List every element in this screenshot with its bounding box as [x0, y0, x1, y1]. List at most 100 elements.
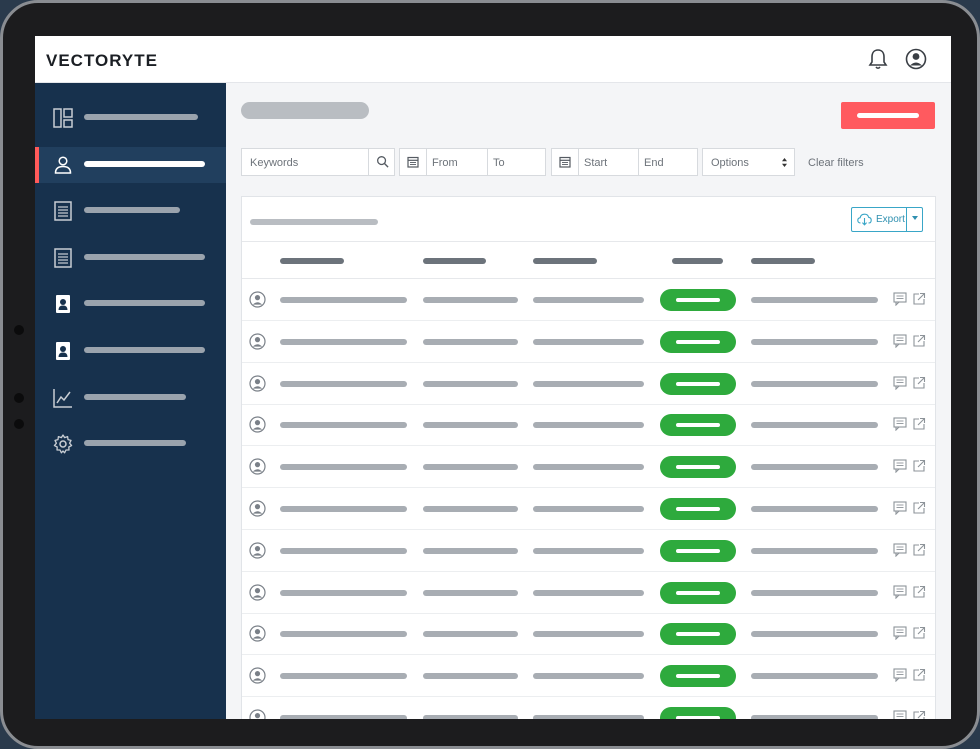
divider	[487, 149, 488, 175]
sidebar-item-label	[84, 161, 205, 167]
table-cell	[423, 380, 518, 387]
calendar-icon[interactable]	[559, 156, 571, 168]
table-cell	[533, 631, 644, 638]
sidebar-item-users[interactable]	[35, 147, 226, 183]
document-icon	[54, 248, 72, 268]
external-link-icon[interactable]	[912, 334, 926, 348]
table-row[interactable]	[242, 446, 935, 489]
avatar-icon	[249, 625, 266, 642]
clear-filters-link[interactable]: Clear filters	[808, 157, 864, 169]
tablet-button-dot	[14, 393, 24, 403]
sidebar-item-dashboard[interactable]	[35, 100, 226, 136]
external-link-icon[interactable]	[912, 710, 926, 719]
table-row[interactable]	[242, 530, 935, 572]
comment-icon[interactable]	[893, 710, 907, 719]
status-badge-label	[676, 716, 720, 719]
table-cell	[751, 380, 878, 387]
table-row[interactable]	[242, 572, 935, 614]
comment-icon[interactable]	[893, 501, 907, 515]
column-header[interactable]	[423, 258, 486, 264]
sidebar-item-analytics[interactable]	[35, 380, 226, 416]
external-link-icon[interactable]	[912, 626, 926, 640]
avatar-icon	[249, 542, 266, 559]
comment-icon[interactable]	[893, 459, 907, 474]
comment-icon[interactable]	[893, 543, 907, 557]
table-cell	[533, 338, 644, 345]
column-header[interactable]	[533, 258, 597, 264]
comment-icon[interactable]	[893, 376, 907, 390]
end-date-input[interactable]: End	[644, 157, 664, 169]
external-link-icon[interactable]	[912, 668, 926, 682]
external-link-icon[interactable]	[912, 543, 926, 557]
table-cell	[751, 464, 878, 471]
status-badge	[660, 498, 736, 520]
avatar-icon	[249, 374, 266, 392]
bell-icon[interactable]	[867, 47, 889, 71]
cloud-download-icon	[857, 213, 872, 226]
table-row[interactable]	[242, 363, 935, 405]
keyword-search-field[interactable]: Keywords	[241, 148, 395, 176]
table-cell	[751, 422, 878, 429]
search-icon[interactable]	[376, 155, 389, 168]
status-badge-label	[676, 548, 720, 553]
comment-icon[interactable]	[893, 334, 907, 348]
to-date-input[interactable]: To	[493, 157, 505, 169]
export-button-label: Export	[876, 214, 905, 225]
sidebar-item-contacts[interactable]	[35, 286, 226, 322]
export-button[interactable]: Export	[851, 207, 923, 232]
external-link-icon[interactable]	[912, 585, 926, 599]
external-link-icon[interactable]	[912, 459, 926, 473]
external-link-icon[interactable]	[912, 417, 926, 431]
status-badge	[660, 289, 736, 311]
external-link-icon[interactable]	[912, 376, 926, 390]
table-row[interactable]	[242, 404, 935, 447]
status-badge-label	[676, 298, 720, 302]
table-cell	[423, 715, 518, 719]
comment-icon[interactable]	[893, 585, 907, 599]
dashboard-icon	[53, 108, 73, 128]
table-row[interactable]	[242, 655, 935, 698]
sidebar-item-documents[interactable]	[35, 193, 226, 229]
divider	[638, 149, 639, 175]
table-row[interactable]	[242, 613, 935, 656]
date-range-field[interactable]: From To	[399, 148, 546, 176]
table-cell	[423, 464, 518, 471]
status-badge	[660, 372, 736, 395]
status-badge	[660, 330, 736, 353]
table-row[interactable]	[242, 697, 935, 719]
search-input[interactable]: Keywords	[250, 157, 298, 169]
data-table-card: Export	[241, 196, 936, 719]
user-circle-icon[interactable]	[905, 47, 927, 71]
table-cell	[751, 715, 878, 719]
column-header[interactable]	[751, 258, 815, 264]
external-link-icon[interactable]	[912, 292, 926, 306]
from-date-input[interactable]: From	[432, 157, 458, 169]
options-select[interactable]: Options	[702, 148, 795, 176]
comment-icon[interactable]	[893, 292, 907, 306]
sidebar-item-reports[interactable]	[35, 240, 226, 276]
chevron-down-icon[interactable]	[912, 216, 918, 220]
sidebar-item-label	[84, 440, 186, 446]
period-range-field[interactable]: Start End	[551, 148, 698, 176]
table-title	[250, 219, 378, 225]
add-new-button-label	[857, 113, 919, 118]
divider	[368, 149, 369, 175]
comment-icon[interactable]	[893, 417, 907, 432]
table-cell	[533, 673, 644, 680]
sidebar-item-settings[interactable]	[35, 426, 226, 462]
table-cell	[533, 715, 644, 719]
calendar-icon[interactable]	[407, 156, 419, 168]
start-date-input[interactable]: Start	[584, 157, 607, 169]
external-link-icon[interactable]	[912, 501, 926, 515]
column-header[interactable]	[672, 258, 723, 264]
column-header[interactable]	[280, 258, 344, 264]
table-row[interactable]	[242, 488, 935, 530]
table-row[interactable]	[242, 321, 935, 363]
status-badge	[660, 707, 736, 719]
add-new-button[interactable]	[841, 102, 935, 129]
sidebar-item-label	[84, 207, 180, 213]
comment-icon[interactable]	[893, 626, 907, 641]
sidebar-item-clients[interactable]	[35, 333, 226, 369]
comment-icon[interactable]	[893, 668, 907, 683]
table-row[interactable]	[242, 279, 935, 321]
